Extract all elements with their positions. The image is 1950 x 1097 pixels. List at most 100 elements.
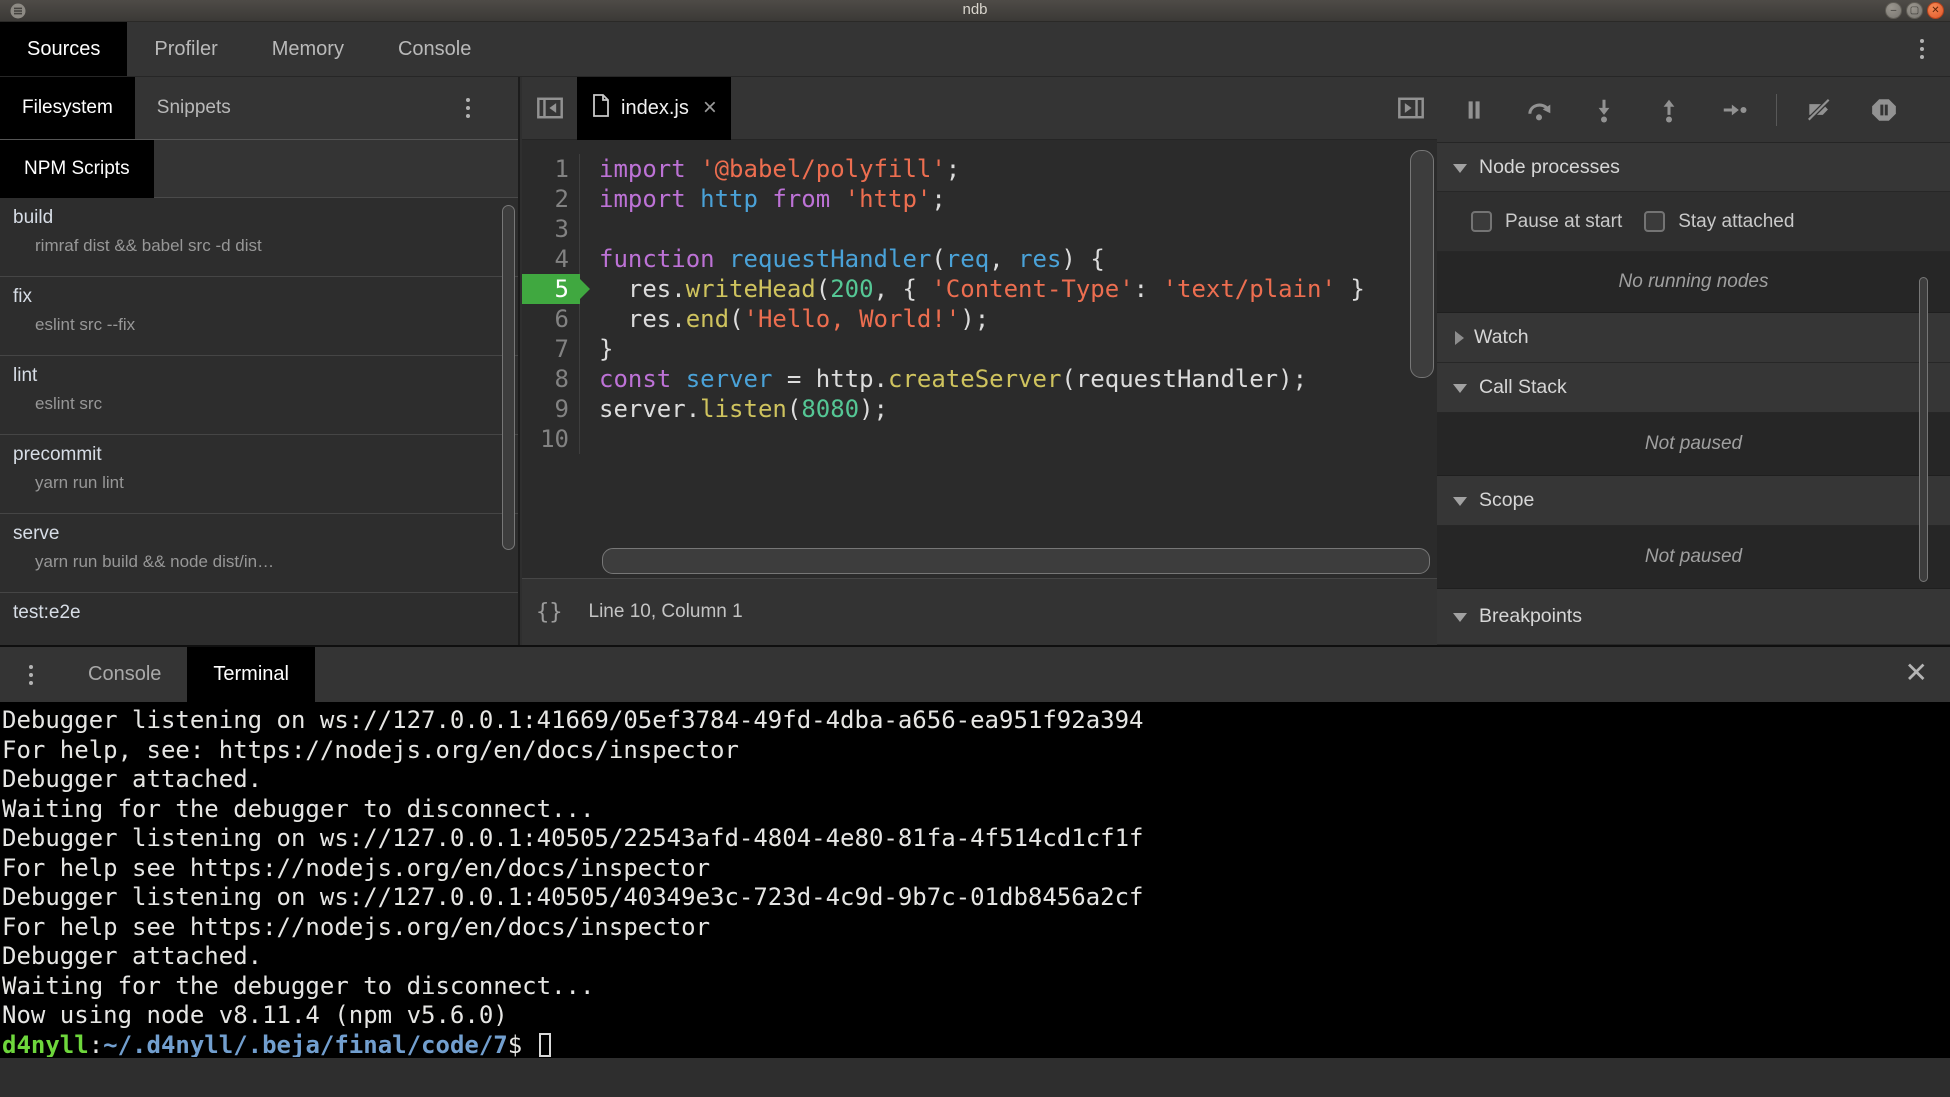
ndb-window: ndb –▢✕ SourcesProfilerMemoryConsole Fil…: [0, 0, 1950, 1097]
code-line-7[interactable]: 7}: [522, 334, 1437, 364]
pretty-print-icon[interactable]: {}: [536, 600, 563, 625]
pause-at-start-checkbox[interactable]: [1471, 211, 1492, 232]
checkbox-label: Stay attached: [1678, 211, 1794, 233]
line-number-gutter[interactable]: 2: [522, 184, 580, 214]
navigator-scrollbar[interactable]: [502, 205, 515, 550]
terminal-line: For help see https://nodejs.org/en/docs/…: [0, 913, 1950, 943]
line-number-gutter[interactable]: 4: [522, 244, 580, 274]
main-tab-bar: SourcesProfilerMemoryConsole: [0, 22, 1950, 77]
npm-scripts-tab[interactable]: NPM Scripts: [0, 140, 154, 198]
code-line-6[interactable]: 6 res.end('Hello, World!');: [522, 304, 1437, 334]
code-line-8[interactable]: 8const server = http.createServer(reques…: [522, 364, 1437, 394]
line-number-gutter[interactable]: 5: [522, 274, 580, 304]
deactivate-breakpoints-icon[interactable]: [1804, 95, 1834, 125]
section-watch[interactable]: Watch: [1437, 313, 1950, 363]
step-out-icon[interactable]: [1654, 95, 1684, 125]
npm-script-item-test-e2e[interactable]: test:e2e: [0, 593, 518, 645]
terminal-line: Debugger listening on ws://127.0.0.1:416…: [0, 706, 1950, 736]
section-scope[interactable]: Scope: [1437, 476, 1950, 526]
editor-tab-close-icon[interactable]: ×: [703, 94, 717, 122]
drawer-tab-bar: ConsoleTerminal ✕: [0, 645, 1950, 702]
code-text: import '@babel/polyfill';: [580, 154, 960, 184]
bottom-strip: [0, 1057, 1950, 1097]
editor-horizontal-scrollbar[interactable]: [602, 548, 1430, 574]
code-text: import http from 'http';: [580, 184, 946, 214]
code-line-3[interactable]: 3: [522, 214, 1437, 244]
code-editor[interactable]: 1import '@babel/polyfill';2import http f…: [522, 140, 1437, 578]
script-command: rimraf dist && babel src -d dist: [35, 236, 518, 256]
terminal-line: Debugger attached.: [0, 942, 1950, 972]
stay-attached-option[interactable]: Stay attached: [1644, 211, 1794, 233]
code-line-9[interactable]: 9server.listen(8080);: [522, 394, 1437, 424]
stay-attached-checkbox[interactable]: [1644, 211, 1665, 232]
code-line-2[interactable]: 2import http from 'http';: [522, 184, 1437, 214]
code-line-4[interactable]: 4function requestHandler(req, res) {: [522, 244, 1437, 274]
step-over-icon[interactable]: [1524, 95, 1554, 125]
script-name: precommit: [13, 444, 518, 466]
line-number-gutter[interactable]: 9: [522, 394, 580, 424]
terminal-output[interactable]: Debugger listening on ws://127.0.0.1:416…: [0, 702, 1950, 1057]
tab-console[interactable]: Console: [371, 22, 498, 76]
line-number-gutter[interactable]: 1: [522, 154, 580, 184]
toggle-debugger-sidebar-icon[interactable]: [1391, 88, 1431, 128]
code-text: }: [580, 334, 613, 364]
npm-script-item-precommit[interactable]: precommityarn run lint: [0, 435, 518, 514]
code-line-5[interactable]: 5 res.writeHead(200, { 'Content-Type': '…: [522, 274, 1437, 304]
window-titlebar: ndb –▢✕: [0, 0, 1950, 22]
tab-memory[interactable]: Memory: [245, 22, 371, 76]
tab-console[interactable]: Console: [62, 647, 187, 702]
code-text: server.listen(8080);: [580, 394, 888, 424]
tab-terminal[interactable]: Terminal: [187, 647, 315, 702]
minimize-button[interactable]: –: [1885, 2, 1902, 19]
no-running-nodes-message: No running nodes: [1437, 252, 1950, 313]
line-number-gutter[interactable]: 3: [522, 214, 580, 244]
step-into-icon[interactable]: [1589, 95, 1619, 125]
terminal-line: Now using node v8.11.4 (npm v5.6.0): [0, 1001, 1950, 1031]
drawer-tab-strip: ConsoleTerminal: [62, 647, 315, 702]
terminal-prompt[interactable]: d4nyll:~/.d4nyll/.beja/final/code/7$: [0, 1031, 1950, 1058]
toggle-navigator-icon[interactable]: [530, 88, 570, 128]
section-call-stack[interactable]: Call Stack: [1437, 363, 1950, 413]
pause-icon[interactable]: [1459, 95, 1489, 125]
navigator-tab-bar: FilesystemSnippets: [0, 77, 518, 140]
npm-script-item-fix[interactable]: fixeslint src --fix: [0, 277, 518, 356]
navigator-menu-kebab-icon[interactable]: [466, 98, 470, 118]
section-breakpoints[interactable]: Breakpoints: [1437, 589, 1950, 645]
npm-script-item-build[interactable]: buildrimraf dist && babel src -d dist: [0, 198, 518, 277]
line-number-gutter[interactable]: 8: [522, 364, 580, 394]
editor-vertical-scrollbar[interactable]: [1410, 150, 1434, 378]
main-menu-kebab-icon[interactable]: [1920, 39, 1924, 59]
sources-workspace: FilesystemSnippets NPM Scripts buildrimr…: [0, 77, 1950, 645]
line-number-gutter[interactable]: 6: [522, 304, 580, 334]
close-button[interactable]: ✕: [1927, 2, 1944, 19]
debugger-panel: Node processes Pause at start Stay attac…: [1437, 77, 1950, 645]
code-line-1[interactable]: 1import '@babel/polyfill';: [522, 154, 1437, 184]
npm-script-item-lint[interactable]: linteslint src: [0, 356, 518, 435]
debugger-scrollbar[interactable]: [1919, 277, 1928, 582]
script-name: lint: [13, 365, 518, 387]
pause-on-exceptions-icon[interactable]: [1869, 95, 1899, 125]
line-number-gutter[interactable]: 7: [522, 334, 580, 364]
tab-profiler[interactable]: Profiler: [127, 22, 244, 76]
script-name: fix: [13, 286, 518, 308]
terminal-line: For help see https://nodejs.org/en/docs/…: [0, 854, 1950, 884]
npm-script-item-serve[interactable]: serveyarn run build && node dist/in…: [0, 514, 518, 593]
tab-sources[interactable]: Sources: [0, 22, 127, 76]
tab-filesystem[interactable]: Filesystem: [0, 77, 135, 139]
code-line-10[interactable]: 10: [522, 424, 1437, 454]
code-text: res.writeHead(200, { 'Content-Type': 'te…: [580, 274, 1365, 304]
maximize-button[interactable]: ▢: [1906, 2, 1923, 19]
editor-status-bar: {} Line 10, Column 1: [522, 578, 1437, 645]
main-tab-strip: SourcesProfilerMemoryConsole: [0, 22, 498, 76]
prompt-symbol: $: [508, 1031, 537, 1058]
drawer-menu-kebab-icon[interactable]: [0, 647, 62, 702]
scope-not-paused-message: Not paused: [1437, 526, 1950, 589]
editor-tab-indexjs[interactable]: index.js ×: [577, 77, 731, 140]
section-node-processes[interactable]: Node processes: [1437, 143, 1950, 192]
line-number-gutter[interactable]: 10: [522, 424, 580, 454]
drawer-close-icon[interactable]: ✕: [1905, 659, 1928, 687]
pause-at-start-option[interactable]: Pause at start: [1471, 211, 1622, 233]
npm-scripts-row: NPM Scripts: [0, 140, 518, 198]
tab-snippets[interactable]: Snippets: [135, 77, 253, 139]
step-icon[interactable]: [1719, 95, 1749, 125]
